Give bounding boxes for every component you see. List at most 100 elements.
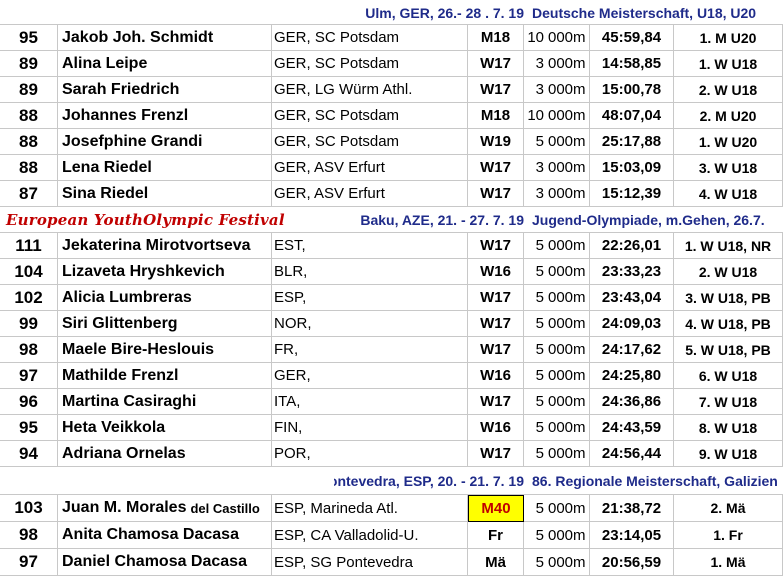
- points-cell: 88: [0, 155, 58, 181]
- distance-cell: 5 000m: [524, 389, 590, 415]
- event-location-dates: Pontevedra, ESP, 20. - 21. 7. 19: [334, 473, 524, 489]
- event-location-dates: Ulm, GER, 26.- 28 . 7. 19: [365, 4, 524, 21]
- distance-cell: 3 000m: [524, 51, 590, 77]
- points-cell: 87: [0, 181, 58, 207]
- event-logo-text: European YouthOlympic Festival: [6, 211, 285, 229]
- athlete-name: Adriana Ornelas: [62, 444, 186, 462]
- distance-thousands: 5: [535, 133, 544, 150]
- distance-rest: 000m: [548, 499, 586, 517]
- distance-cell: 5 000m: [524, 259, 590, 285]
- distance-rest: 000m: [548, 526, 586, 544]
- table-row: 97 Mathilde Frenzl GER, W16 5 000m 24:25,80 6. …: [0, 363, 783, 389]
- placing-cell: 7. W U18: [674, 389, 783, 415]
- distance-thousands: 10: [527, 107, 544, 124]
- athlete-name: Josefphine Grandi: [62, 132, 203, 150]
- athlete-name-cell: Alina Leipe: [58, 51, 272, 77]
- distance-thousands: 5: [535, 393, 544, 410]
- placing-cell: 4. W U18: [674, 181, 783, 207]
- club-cell: ESP, CA Valladolid-U.: [272, 522, 468, 549]
- time-cell: 48:07,04: [590, 103, 674, 129]
- time-cell: 23:43,04: [590, 285, 674, 311]
- category-cell: M18: [468, 25, 524, 51]
- points-cell: 111: [0, 233, 58, 259]
- section-header: European YouthOlympic Festival Baku, AZE,…: [0, 207, 783, 233]
- distance-cell: 3 000m: [524, 77, 590, 103]
- category-cell: W17: [468, 441, 524, 467]
- distance-rest: 000m: [548, 263, 586, 280]
- table-row: 88 Lena Riedel GER, ASV Erfurt W17 3 000m 15:0…: [0, 155, 783, 181]
- category-cell: M18: [468, 103, 524, 129]
- category-cell: W17: [468, 233, 524, 259]
- club-cell: BLR,: [272, 259, 468, 285]
- category-cell: M40: [468, 495, 524, 522]
- placing-cell: 1. Mä: [674, 549, 783, 576]
- distance-thousands: 5: [535, 289, 544, 306]
- points-cell: 95: [0, 415, 58, 441]
- athlete-name-cell: Maele Bire-Heslouis: [58, 337, 272, 363]
- table-row: 89 Sarah Friedrich GER, LG Würm Athl. W17 3 0…: [0, 77, 783, 103]
- category-cell: Fr: [468, 522, 524, 549]
- athlete-name-cell: Sina Riedel: [58, 181, 272, 207]
- distance-rest: 000m: [548, 159, 586, 176]
- distance-cell: 5 000m: [524, 415, 590, 441]
- athlete-name-cell: Lizaveta Hryshkevich: [58, 259, 272, 285]
- athlete-name: Martina Casiraghi: [62, 392, 197, 410]
- points-cell: 97: [0, 549, 58, 576]
- distance-rest: 000m: [548, 81, 586, 98]
- points-cell: 94: [0, 441, 58, 467]
- distance-rest: 000m: [548, 289, 586, 306]
- placing-cell: 3. W U18, PB: [674, 285, 783, 311]
- placing-cell: 4. W U18, PB: [674, 311, 783, 337]
- points-cell: 98: [0, 522, 58, 549]
- club-cell: EST,: [272, 233, 468, 259]
- time-cell: 24:43,59: [590, 415, 674, 441]
- category-cell: W16: [468, 259, 524, 285]
- placing-cell: 2. M U20: [674, 103, 783, 129]
- distance-cell: 5 000m: [524, 495, 590, 522]
- athlete-name: Lizaveta Hryshkevich: [62, 262, 225, 280]
- athlete-name-cell: Heta Veikkola: [58, 415, 272, 441]
- category-cell: W17: [468, 77, 524, 103]
- distance-rest: 000m: [548, 107, 586, 124]
- distance-cell: 5 000m: [524, 441, 590, 467]
- category-cell: Mä: [468, 549, 524, 576]
- time-cell: 24:25,80: [590, 363, 674, 389]
- athlete-name: Johannes Frenzl: [62, 106, 189, 124]
- athlete-name-cell: Alicia Lumbreras: [58, 285, 272, 311]
- time-cell: 24:17,62: [590, 337, 674, 363]
- athlete-name: Mathilde Frenzl: [62, 366, 179, 384]
- points-cell: 103: [0, 495, 58, 522]
- distance-thousands: 3: [535, 55, 544, 72]
- points-cell: 89: [0, 51, 58, 77]
- table-row: 104 Lizaveta Hryshkevich BLR, W16 5 000m 23:33…: [0, 259, 783, 285]
- category-cell: W16: [468, 363, 524, 389]
- distance-rest: 000m: [548, 237, 586, 254]
- club-cell: GER, SC Potsdam: [272, 103, 468, 129]
- distance-cell: 5 000m: [524, 233, 590, 259]
- placing-cell: 5. W U18, PB: [674, 337, 783, 363]
- time-cell: 15:12,39: [590, 181, 674, 207]
- points-cell: 89: [0, 77, 58, 103]
- time-cell: 21:38,72: [590, 495, 674, 522]
- distance-thousands: 3: [535, 159, 544, 176]
- table-row: 99 Siri Glittenberg NOR, W17 5 000m 24:09,03 4.…: [0, 311, 783, 337]
- table-row: 94 Adriana Ornelas POR, W17 5 000m 24:56,44 9. …: [0, 441, 783, 467]
- distance-thousands: 5: [535, 499, 544, 517]
- time-cell: 24:09,03: [590, 311, 674, 337]
- athlete-name: Heta Veikkola: [62, 418, 166, 436]
- distance-thousands: 5: [535, 419, 544, 436]
- placing-cell: 1. W U18, NR: [674, 233, 783, 259]
- meet-name: 86. Regionale Meisterschaft, Galizien: [532, 473, 778, 489]
- time-cell: 23:14,05: [590, 522, 674, 549]
- table-row: 97 Daniel Chamosa Dacasa ESP, SG Pontevedr…: [0, 549, 783, 576]
- club-cell: GER, SC Potsdam: [272, 129, 468, 155]
- distance-thousands: 5: [535, 341, 544, 358]
- athlete-name: Siri Glittenberg: [62, 314, 178, 332]
- placing-cell: 1. W U18: [674, 51, 783, 77]
- distance-rest: 000m: [548, 341, 586, 358]
- athlete-name: Daniel Chamosa Dacasa: [62, 553, 247, 570]
- category-cell: W17: [468, 155, 524, 181]
- athlete-name-suffix: del Castillo: [190, 500, 260, 516]
- distance-thousands: 5: [535, 445, 544, 462]
- distance-cell: 5 000m: [524, 311, 590, 337]
